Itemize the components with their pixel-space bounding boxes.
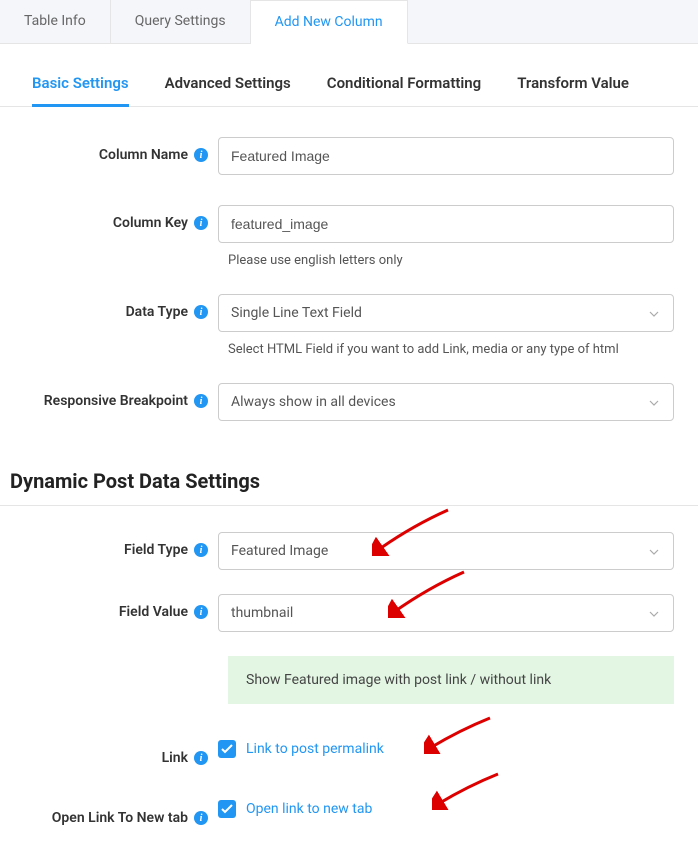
link-permalink-checkbox-label[interactable]: Link to post permalink [246,741,384,757]
field-value-select[interactable]: thumbnail [218,594,674,632]
column-key-helper: Please use english letters only [228,253,698,268]
link-permalink-checkbox[interactable] [218,740,236,758]
data-type-label: Data Type i [0,294,218,320]
field-type-select[interactable]: Featured Image [218,532,674,570]
open-new-tab-checkbox[interactable] [218,800,236,818]
info-icon[interactable]: i [194,605,208,619]
column-key-input[interactable] [218,205,674,243]
sub-tabs: Basic Settings Advanced Settings Conditi… [0,44,698,107]
info-icon[interactable]: i [194,216,208,230]
responsive-breakpoint-label: Responsive Breakpoint i [0,383,218,409]
chevron-down-icon [649,394,659,410]
field-value-label: Field Value i [0,594,218,620]
info-icon[interactable]: i [194,543,208,557]
responsive-breakpoint-select[interactable]: Always show in all devices [218,383,674,421]
tab-query-settings[interactable]: Query Settings [111,0,251,43]
chevron-down-icon [649,305,659,321]
top-tabs: Table Info Query Settings Add New Column [0,0,698,44]
open-new-tab-checkbox-label[interactable]: Open link to new tab [246,801,372,817]
info-icon[interactable]: i [194,148,208,162]
chevron-down-icon [649,605,659,621]
subtab-conditional-formatting[interactable]: Conditional Formatting [327,74,481,106]
subtab-basic-settings[interactable]: Basic Settings [32,74,129,106]
subtab-transform-value[interactable]: Transform Value [517,74,629,106]
field-type-label: Field Type i [0,532,218,558]
dynamic-post-data-heading: Dynamic Post Data Settings [0,451,698,506]
subtab-advanced-settings[interactable]: Advanced Settings [165,74,291,106]
info-icon[interactable]: i [194,751,208,765]
open-new-tab-label: Open Link To New tab i [0,800,218,826]
tab-table-info[interactable]: Table Info [0,0,111,43]
info-icon[interactable]: i [194,305,208,319]
column-name-label: Column Name i [0,137,218,163]
tab-add-new-column[interactable]: Add New Column [251,0,408,44]
column-key-label: Column Key i [0,205,218,231]
data-type-select[interactable]: Single Line Text Field [218,294,674,332]
settings-form: Column Name i Column Key i Please use en… [0,107,698,826]
link-label: Link i [0,740,218,766]
featured-image-notice: Show Featured image with post link / wit… [228,656,674,704]
data-type-helper: Select HTML Field if you want to add Lin… [228,342,698,357]
column-name-input[interactable] [218,137,674,175]
info-icon[interactable]: i [194,394,208,408]
chevron-down-icon [649,543,659,559]
